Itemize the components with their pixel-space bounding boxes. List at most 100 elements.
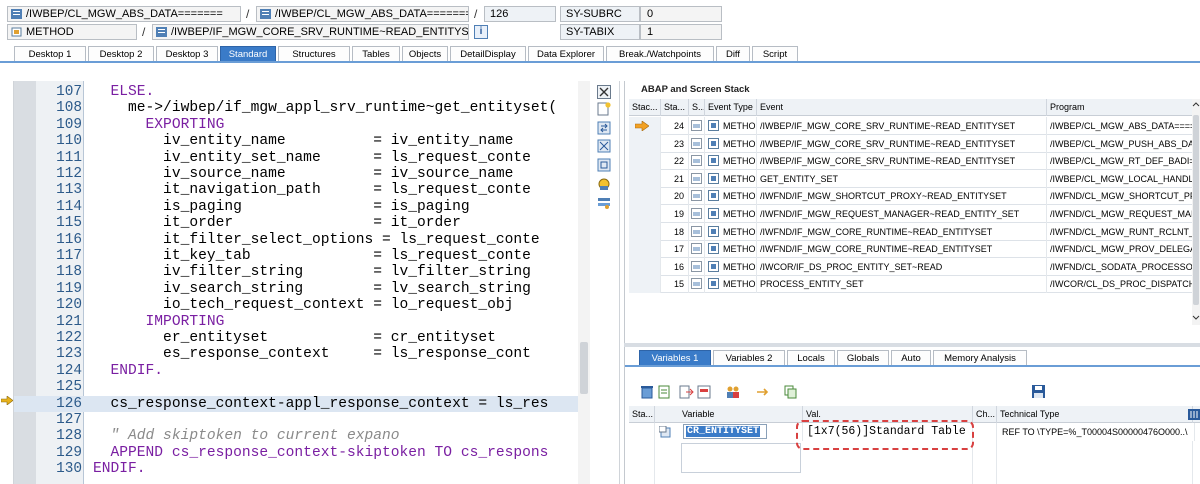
stack-scrollbar[interactable] <box>1192 99 1200 325</box>
code-line[interactable]: 116 it_filter_select_options = ls_reques… <box>14 232 590 248</box>
code-line[interactable]: 114 is_paging = is_paging <box>14 199 590 215</box>
tab-globals[interactable]: Globals <box>837 350 889 366</box>
save-icon[interactable] <box>1031 385 1047 399</box>
variable-change[interactable] <box>973 423 997 441</box>
tab-detail-display[interactable]: DetailDisplay <box>450 46 526 62</box>
stack-scrollbar-thumb[interactable] <box>1193 115 1199 305</box>
code-line[interactable]: 130 ENDIF. <box>14 461 590 477</box>
services-icon[interactable] <box>597 177 611 191</box>
code-line[interactable]: 108 me->/iwbep/if_mgw_appl_srv_runtime~g… <box>14 100 590 116</box>
stack-col-header[interactable]: S... <box>689 99 705 116</box>
stack-program: /IWFND/CL_MGW_SHORTCUT_PF <box>1047 187 1195 206</box>
stack-col-header[interactable]: Sta... <box>661 99 689 116</box>
tab-script[interactable]: Script <box>752 46 798 62</box>
tab-locals[interactable]: Locals <box>787 350 835 366</box>
code-line[interactable]: 109 EXPORTING <box>14 117 590 133</box>
code-line[interactable]: 123 es_response_context = ls_response_co… <box>14 346 590 362</box>
chevron-up-icon[interactable] <box>1192 101 1200 107</box>
stack-row[interactable]: 21METHODGET_ENTITY_SET/IWBEP/CL_MGW_LOCA… <box>629 169 1200 188</box>
transfer-icon[interactable] <box>755 385 771 399</box>
code-line[interactable]: 113 it_navigation_path = ls_request_cont… <box>14 182 590 198</box>
stack-header-row: Stac... Sta... S... Event Type Event Pro… <box>629 99 1200 116</box>
code-line[interactable]: 110 iv_entity_name = iv_entity_name <box>14 133 590 149</box>
tab-desktop-3[interactable]: Desktop 3 <box>156 46 218 62</box>
tab-structures[interactable]: Structures <box>278 46 350 62</box>
stack-row[interactable]: 18METHOD/IWFND/IF_MGW_CORE_RUNTIME~READ_… <box>629 222 1200 241</box>
code-line[interactable]: 127 <box>14 412 590 428</box>
insert-row-icon[interactable] <box>657 385 673 399</box>
info-button[interactable]: i <box>474 25 488 39</box>
code-line[interactable]: 115 it_order = it_order <box>14 215 590 231</box>
stack-row[interactable]: 24METHOD/IWBEP/IF_MGW_CORE_SRV_RUNTIME~R… <box>629 117 1200 135</box>
chevron-down-icon[interactable] <box>1192 315 1200 321</box>
tab-data-explorer[interactable]: Data Explorer <box>528 46 604 62</box>
stack-col-header[interactable]: Event Type <box>705 99 757 116</box>
code-line[interactable]: 118 iv_filter_string = lv_filter_string <box>14 264 590 280</box>
stack-row[interactable]: 17METHOD/IWFND/IF_MGW_CORE_RUNTIME~READ_… <box>629 240 1200 259</box>
stack-col-header[interactable]: Program <box>1047 99 1195 116</box>
code-line-current[interactable]: 126 cs_response_context-appl_response_co… <box>14 395 590 412</box>
var-col-header[interactable]: Sta... <box>629 406 655 423</box>
tab-auto[interactable]: Auto <box>891 350 931 366</box>
stack-row[interactable]: 16METHOD/IWCOR/IF_DS_PROC_ENTITY_SET~REA… <box>629 257 1200 276</box>
tab-memory-analysis[interactable]: Memory Analysis <box>933 350 1027 366</box>
close-icon[interactable] <box>597 85 611 99</box>
tab-tables[interactable]: Tables <box>352 46 400 62</box>
swap-tool-icon[interactable] <box>597 121 611 135</box>
full-screen-icon[interactable] <box>597 139 611 153</box>
event-type-field[interactable]: METHOD <box>7 24 137 40</box>
stack-row[interactable]: 23METHOD/IWBEP/IF_MGW_CORE_SRV_RUNTIME~R… <box>629 134 1200 153</box>
code-line[interactable]: 112 iv_source_name = iv_source_name <box>14 166 590 182</box>
stack-col-header[interactable]: Stac... <box>629 99 661 116</box>
editor-scrollbar[interactable] <box>578 81 590 484</box>
import-icon[interactable] <box>697 385 713 399</box>
tab-diff[interactable]: Diff <box>716 46 750 62</box>
var-col-header[interactable]: Variable <box>679 406 803 423</box>
stack-row[interactable]: 22METHOD/IWBEP/IF_MGW_CORE_SRV_RUNTIME~R… <box>629 152 1200 171</box>
tab-objects[interactable]: Objects <box>402 46 448 62</box>
tab-variables-1[interactable]: Variables 1 <box>639 350 711 366</box>
program-field[interactable]: /IWBEP/CL_MGW_ABS_DATA======= <box>7 6 241 22</box>
tab-break-watchpoints[interactable]: Break./Watchpoints <box>606 46 714 62</box>
variable-name-input[interactable]: CR_ENTITYSET <box>683 424 767 439</box>
line-number-field[interactable]: 126 <box>484 6 556 22</box>
users-icon[interactable] <box>725 385 741 399</box>
code-line[interactable]: 122 er_entityset = cr_entityset <box>14 330 590 346</box>
code-line[interactable]: 111 iv_entity_set_name = ls_request_cont… <box>14 150 590 166</box>
var-col-header[interactable]: Ch... <box>973 406 997 423</box>
code-line[interactable]: 120 io_tech_request_context = lo_request… <box>14 297 590 313</box>
stack-row[interactable]: 20METHOD/IWFND/IF_MGW_SHORTCUT_PROXY~REA… <box>629 187 1200 206</box>
settings-icon[interactable] <box>597 196 611 210</box>
copy-icon[interactable] <box>783 385 799 399</box>
code-line[interactable]: 121 IMPORTING <box>14 314 590 330</box>
code-line[interactable]: 107 ELSE. <box>14 84 590 100</box>
code-line[interactable]: 129 APPEND cs_response_context-skiptoken… <box>14 445 590 461</box>
column-settings-icon[interactable] <box>1188 409 1200 420</box>
code-line[interactable]: 125 <box>14 379 590 395</box>
var-col-header[interactable]: Technical Type <box>997 406 1193 423</box>
stack-col-header[interactable]: Event <box>757 99 1047 116</box>
new-tool-icon[interactable] <box>597 102 611 116</box>
delete-icon[interactable] <box>639 385 655 399</box>
stack-level: 24 <box>661 117 689 135</box>
tab-desktop-1[interactable]: Desktop 1 <box>14 46 86 62</box>
code-line[interactable]: 128 " Add skiptoken to current expano <box>14 428 590 444</box>
stack-row[interactable]: 15METHODPROCESS_ENTITY_SET/IWCOR/CL_DS_P… <box>629 275 1200 294</box>
code-text: me->/iwbep/if_mgw_appl_srv_runtime~get_e… <box>93 100 558 117</box>
status-icon <box>691 225 702 237</box>
new-variable-input[interactable] <box>681 443 801 473</box>
code-line[interactable]: 117 it_key_tab = ls_request_conte <box>14 248 590 264</box>
tab-variables-2[interactable]: Variables 2 <box>713 350 785 366</box>
code-line[interactable]: 119 iv_search_string = lv_search_string <box>14 281 590 297</box>
include-field[interactable]: /IWBEP/CL_MGW_ABS_DATA======= <box>256 6 469 22</box>
tab-standard[interactable]: Standard <box>220 46 276 62</box>
code-editor[interactable]: 107 ELSE. 108 me->/iwbep/if_mgw_appl_srv_… <box>14 81 590 484</box>
export-icon[interactable] <box>679 385 695 399</box>
line-number: 120 <box>56 297 82 314</box>
event-field[interactable]: /IWBEP/IF_MGW_CORE_SRV_RUNTIME~READ_ENTI… <box>152 24 469 40</box>
tab-desktop-2[interactable]: Desktop 2 <box>88 46 154 62</box>
code-line[interactable]: 124 ENDIF. <box>14 363 590 379</box>
maximize-icon[interactable] <box>597 158 611 172</box>
stack-row[interactable]: 19METHOD/IWFND/IF_MGW_REQUEST_MANAGER~RE… <box>629 205 1200 223</box>
editor-scrollbar-thumb[interactable] <box>580 342 588 394</box>
